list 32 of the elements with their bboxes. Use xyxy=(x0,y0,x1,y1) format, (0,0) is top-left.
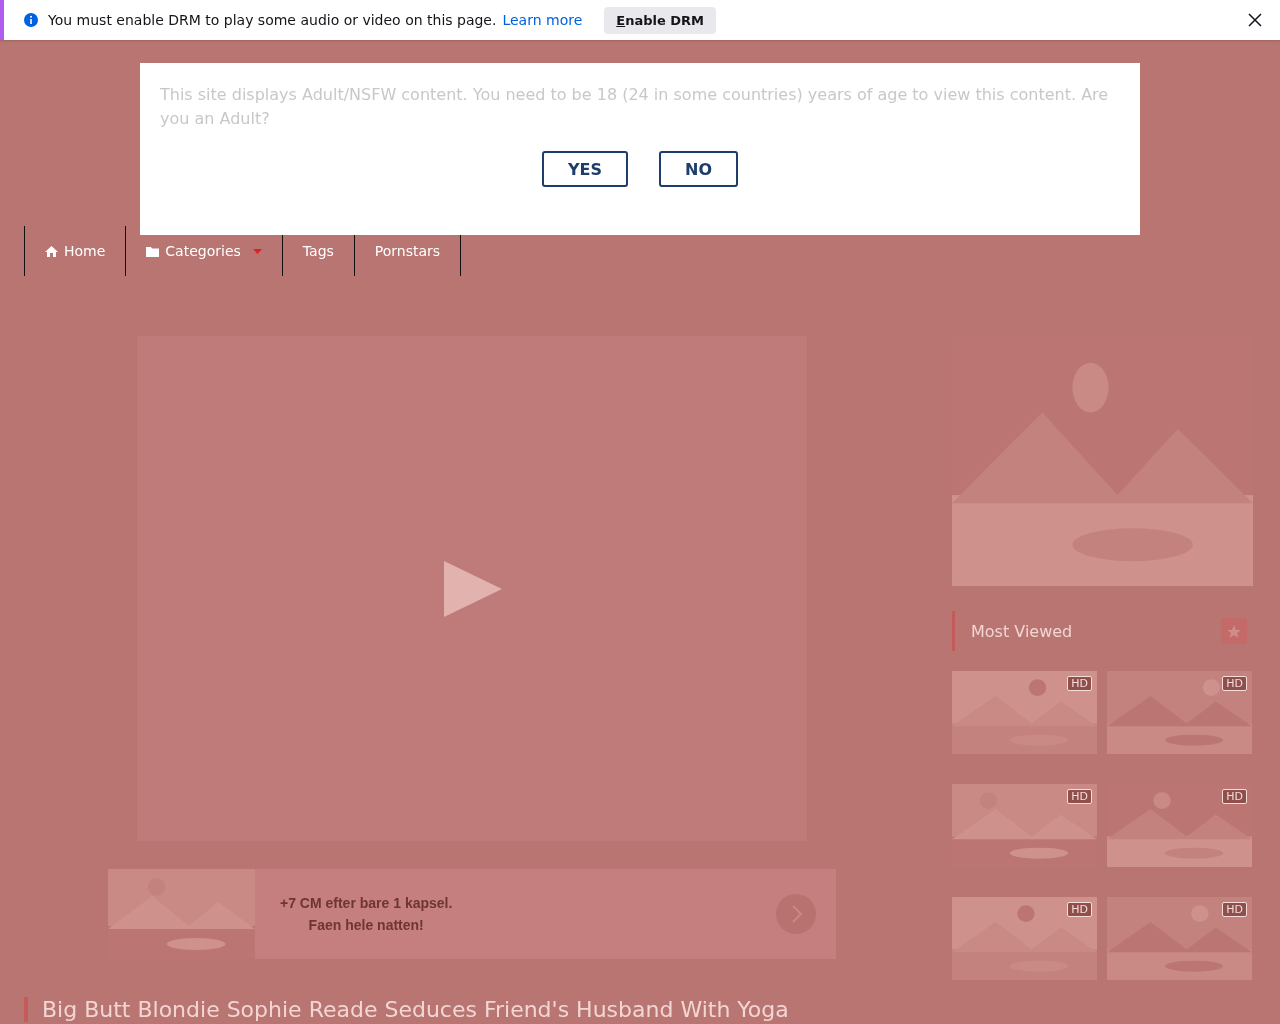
ad-text: Faen hele natten! xyxy=(308,917,424,933)
notification-message: You must enable DRM to play some audio or video on this page. xyxy=(48,12,497,28)
video-title: Big Butt Blondie Sophie Reade Seduces Friend's Husband With Yoga xyxy=(24,997,912,1022)
hd-badge: HD xyxy=(1067,902,1092,917)
nav-label: Categories xyxy=(165,243,241,259)
home-icon xyxy=(45,245,58,257)
enable-drm-button[interactable]: Enable DRM xyxy=(604,6,717,34)
nav-item[interactable]: Home xyxy=(24,226,126,276)
hd-badge: HD xyxy=(1067,789,1092,804)
nav-label: Tags xyxy=(302,243,334,259)
info-icon xyxy=(24,13,38,27)
arrow-button-icon[interactable] xyxy=(776,894,816,934)
no-button[interactable]: NO xyxy=(659,151,738,187)
nav-item[interactable]: Categories xyxy=(125,226,282,276)
hd-badge: HD xyxy=(1222,902,1247,917)
nav-item[interactable]: Tags xyxy=(281,226,354,276)
play-icon[interactable] xyxy=(442,560,502,617)
yes-button[interactable]: YES xyxy=(541,151,628,187)
hd-badge: HD xyxy=(1067,676,1092,691)
learn-more-link[interactable]: Learn more xyxy=(502,12,583,28)
caret-icon xyxy=(252,248,262,254)
nav-label: Pornstars xyxy=(374,243,441,259)
nav-label: Home xyxy=(64,243,106,259)
hd-badge: HD xyxy=(1222,789,1247,804)
folder-icon xyxy=(146,245,160,257)
ad-text: +7 CM efter bare 1 kapsel. xyxy=(280,895,453,911)
section-title: Most Viewed xyxy=(971,621,1073,641)
hd-badge: HD xyxy=(1222,676,1247,691)
video-player[interactable] xyxy=(137,336,807,841)
nav-item[interactable]: Pornstars xyxy=(353,226,462,276)
ad-banner[interactable]: +7 CM efter bare 1 kapsel. Faen hele natten! xyxy=(255,869,836,959)
close-button[interactable] xyxy=(1246,11,1264,29)
